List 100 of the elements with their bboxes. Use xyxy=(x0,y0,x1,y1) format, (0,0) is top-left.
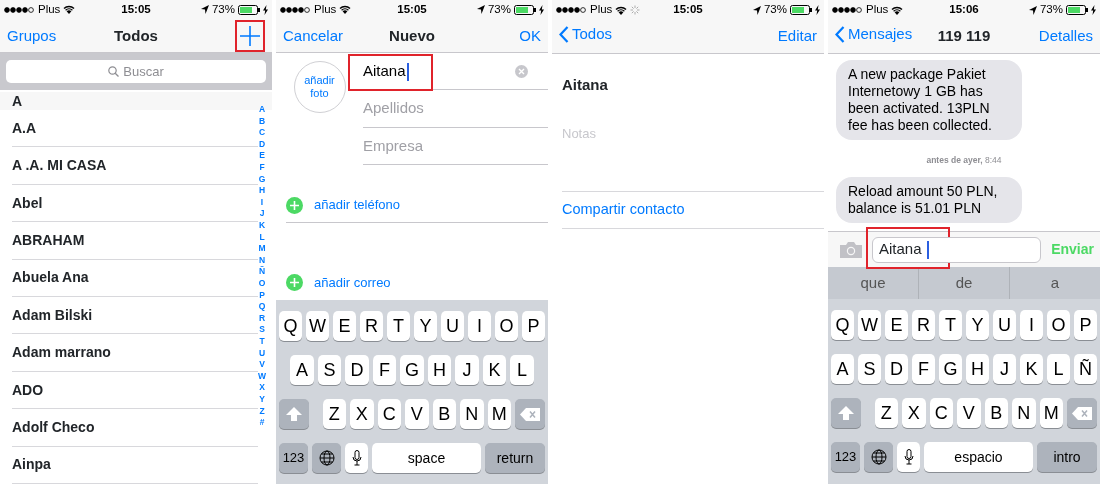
message-input[interactable]: Aitana xyxy=(872,236,1042,263)
contact-row[interactable]: Ainpa xyxy=(12,446,258,484)
key[interactable]: R xyxy=(912,310,935,340)
key[interactable]: A xyxy=(831,354,854,384)
delete-key[interactable] xyxy=(515,399,545,429)
index-letter[interactable]: T xyxy=(259,335,265,348)
index-letter[interactable]: A xyxy=(258,104,266,116)
key[interactable]: M xyxy=(487,399,511,429)
key[interactable]: J xyxy=(993,354,1016,384)
key[interactable]: L xyxy=(1047,354,1070,384)
key[interactable]: W xyxy=(306,311,329,341)
key[interactable]: X xyxy=(902,398,926,428)
key[interactable]: U xyxy=(441,311,464,341)
key[interactable]: R xyxy=(360,311,383,341)
numbers-key[interactable]: 123 xyxy=(279,443,308,473)
key[interactable]: Z xyxy=(874,398,898,428)
index-letter[interactable]: X xyxy=(259,382,265,394)
key[interactable]: G xyxy=(400,355,424,385)
key[interactable]: S xyxy=(858,354,881,384)
add-field-button[interactable]: añadir correo xyxy=(314,273,391,293)
index-letter[interactable]: Y xyxy=(259,393,265,406)
contact-row[interactable]: Adolf Checo xyxy=(12,409,258,447)
globe-key[interactable] xyxy=(864,442,893,472)
return-key[interactable]: return xyxy=(485,443,545,473)
key[interactable]: B xyxy=(984,398,1008,428)
nav-right-button[interactable]: OK xyxy=(519,24,541,47)
key[interactable]: O xyxy=(1047,310,1070,340)
index-letter[interactable]: D xyxy=(258,138,266,151)
key[interactable]: G xyxy=(939,354,962,384)
index-letter[interactable]: Z xyxy=(259,405,265,418)
key[interactable]: N xyxy=(460,399,484,429)
index-letter[interactable]: P xyxy=(259,289,265,302)
key[interactable]: I xyxy=(468,311,491,341)
key[interactable]: C xyxy=(377,399,401,429)
key[interactable]: B xyxy=(432,399,456,429)
key[interactable]: E xyxy=(333,311,356,341)
contact-row[interactable]: ADO xyxy=(12,371,258,410)
key[interactable]: Z xyxy=(322,399,346,429)
back-button[interactable]: Mensajes xyxy=(835,23,913,46)
key[interactable]: H xyxy=(427,355,452,385)
key[interactable]: L xyxy=(510,355,534,385)
key[interactable]: K xyxy=(1020,354,1043,384)
key[interactable]: J xyxy=(455,355,479,385)
key[interactable]: Q xyxy=(279,311,302,341)
add-button[interactable] xyxy=(235,19,265,52)
key[interactable]: Y xyxy=(414,311,437,341)
index-letter[interactable]: Q xyxy=(258,301,266,313)
key[interactable]: P xyxy=(1074,310,1097,340)
suggestion[interactable]: de xyxy=(955,271,973,295)
index-letter[interactable]: J xyxy=(259,208,265,221)
contact-row[interactable]: A.A xyxy=(12,110,258,148)
index-letter[interactable]: S xyxy=(259,324,265,336)
nav-right-button[interactable]: Detalles xyxy=(1038,25,1093,48)
shift-key[interactable] xyxy=(831,398,861,428)
shift-key[interactable] xyxy=(279,399,309,429)
back-button[interactable]: Todos xyxy=(559,23,613,46)
key[interactable]: F xyxy=(372,355,397,385)
contact-row[interactable]: A .A. MI CASA xyxy=(12,147,258,185)
suggestion[interactable]: a xyxy=(1050,271,1060,295)
key[interactable]: V xyxy=(957,398,981,428)
key[interactable]: E xyxy=(885,310,908,340)
share-contact-button[interactable]: Compartir contacto xyxy=(562,199,685,221)
microphone-key[interactable] xyxy=(897,442,920,472)
key[interactable]: S xyxy=(317,355,342,385)
contact-row[interactable]: Adam Bilski xyxy=(12,297,258,335)
add-field-button[interactable]: añadir teléfono xyxy=(314,195,400,215)
contact-row[interactable]: ABRAHAM xyxy=(12,222,258,260)
key[interactable]: K xyxy=(482,355,507,385)
index-letter[interactable]: U xyxy=(258,347,266,360)
text-field[interactable]: Aitana xyxy=(363,59,515,83)
index-letter[interactable]: G xyxy=(258,173,266,186)
space-bar[interactable]: espacio xyxy=(924,442,1033,472)
suggestion[interactable]: que xyxy=(860,271,886,295)
index-letter[interactable]: H xyxy=(258,185,266,197)
camera-icon[interactable] xyxy=(840,241,862,258)
key[interactable]: U xyxy=(993,310,1016,340)
space-bar[interactable]: space xyxy=(372,443,481,473)
index-letter[interactable]: V xyxy=(259,359,265,371)
key[interactable]: Ñ xyxy=(1074,354,1097,384)
key[interactable]: I xyxy=(1020,310,1043,340)
key[interactable]: T xyxy=(387,311,410,341)
key[interactable]: V xyxy=(405,399,429,429)
nav-left-button[interactable]: Cancelar xyxy=(283,24,344,47)
index-letter[interactable]: Ñ xyxy=(258,266,266,278)
microphone-key[interactable] xyxy=(345,443,368,473)
index-letter[interactable]: K xyxy=(258,220,266,232)
index-letter[interactable]: I xyxy=(260,196,264,209)
globe-key[interactable] xyxy=(312,443,341,473)
key[interactable]: M xyxy=(1039,398,1063,428)
index-letter[interactable]: E xyxy=(259,150,265,163)
contact-row[interactable]: Abuela Ana xyxy=(12,259,258,298)
key[interactable]: N xyxy=(1012,398,1036,428)
add-photo-button[interactable]: añadir foto xyxy=(293,60,346,113)
nav-left-button[interactable]: Grupos xyxy=(7,24,57,48)
key[interactable]: O xyxy=(495,311,518,341)
numbers-key[interactable]: 123 xyxy=(831,442,860,472)
key[interactable]: D xyxy=(345,355,369,385)
key[interactable]: Y xyxy=(966,310,989,340)
key[interactable]: Q xyxy=(831,310,854,340)
key[interactable]: F xyxy=(912,354,935,384)
